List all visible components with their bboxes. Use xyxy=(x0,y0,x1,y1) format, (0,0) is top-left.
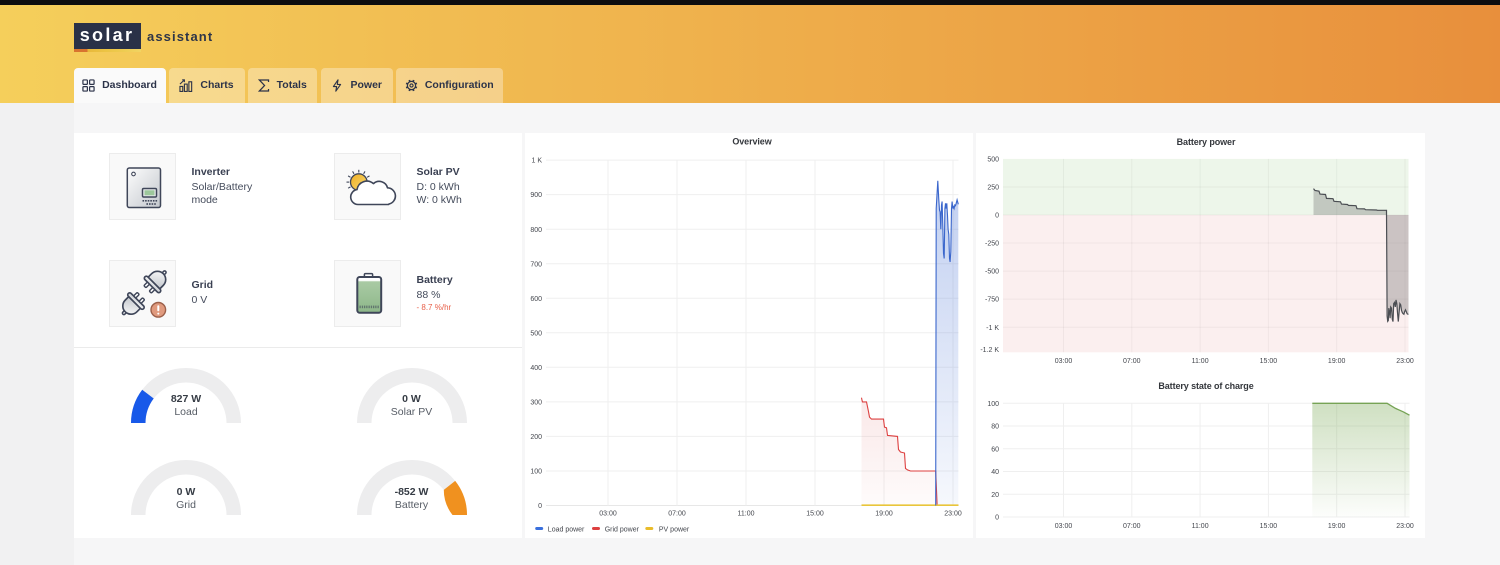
svg-text:19:00: 19:00 xyxy=(1327,523,1345,530)
svg-text:100: 100 xyxy=(530,469,542,476)
svg-text:Battery state of charge: Battery state of charge xyxy=(1158,381,1253,391)
svg-text:Grid power: Grid power xyxy=(604,527,639,534)
svg-text:23:00: 23:00 xyxy=(1396,523,1414,530)
svg-text:-750: -750 xyxy=(984,297,998,304)
svg-text:400: 400 xyxy=(530,365,542,372)
svg-text:PV power: PV power xyxy=(658,527,689,534)
svg-text:200: 200 xyxy=(530,434,542,441)
svg-text:600: 600 xyxy=(530,296,542,303)
svg-text:15:00: 15:00 xyxy=(1259,358,1277,365)
svg-text:19:00: 19:00 xyxy=(1327,358,1345,365)
svg-text:03:00: 03:00 xyxy=(1054,358,1072,365)
svg-text:07:00: 07:00 xyxy=(1123,523,1141,530)
svg-text:15:00: 15:00 xyxy=(1259,523,1277,530)
svg-text:-1 K: -1 K xyxy=(986,325,999,332)
svg-text:03:00: 03:00 xyxy=(1054,523,1072,530)
svg-text:500: 500 xyxy=(530,330,542,337)
svg-text:11:00: 11:00 xyxy=(1191,523,1208,530)
svg-text:900: 900 xyxy=(530,192,542,199)
svg-text:0: 0 xyxy=(995,515,999,522)
svg-text:07:00: 07:00 xyxy=(668,511,686,518)
svg-text:1 K: 1 K xyxy=(531,158,542,165)
svg-text:300: 300 xyxy=(530,400,542,407)
svg-text:0: 0 xyxy=(538,503,542,510)
svg-text:19:00: 19:00 xyxy=(875,511,893,518)
svg-text:800: 800 xyxy=(530,227,542,234)
svg-text:03:00: 03:00 xyxy=(599,511,617,518)
svg-text:Overview: Overview xyxy=(732,136,772,146)
svg-text:07:00: 07:00 xyxy=(1123,358,1141,365)
svg-text:500: 500 xyxy=(987,157,999,164)
svg-text:23:00: 23:00 xyxy=(1396,358,1414,365)
svg-text:Load power: Load power xyxy=(547,527,584,534)
svg-text:250: 250 xyxy=(987,185,999,192)
svg-text:60: 60 xyxy=(991,446,999,453)
svg-text:40: 40 xyxy=(991,469,999,476)
svg-text:23:00: 23:00 xyxy=(944,511,962,518)
svg-text:100: 100 xyxy=(987,401,999,408)
svg-text:20: 20 xyxy=(991,492,999,499)
svg-text:700: 700 xyxy=(530,261,542,268)
svg-text:80: 80 xyxy=(991,424,999,431)
svg-text:-1.2 K: -1.2 K xyxy=(980,347,999,354)
svg-text:0: 0 xyxy=(995,213,999,220)
svg-text:Battery power: Battery power xyxy=(1176,137,1235,147)
svg-text:11:00: 11:00 xyxy=(1191,358,1208,365)
svg-text:15:00: 15:00 xyxy=(806,511,824,518)
svg-text:-500: -500 xyxy=(984,269,998,276)
svg-text:-250: -250 xyxy=(984,241,998,248)
svg-text:11:00: 11:00 xyxy=(737,511,754,518)
